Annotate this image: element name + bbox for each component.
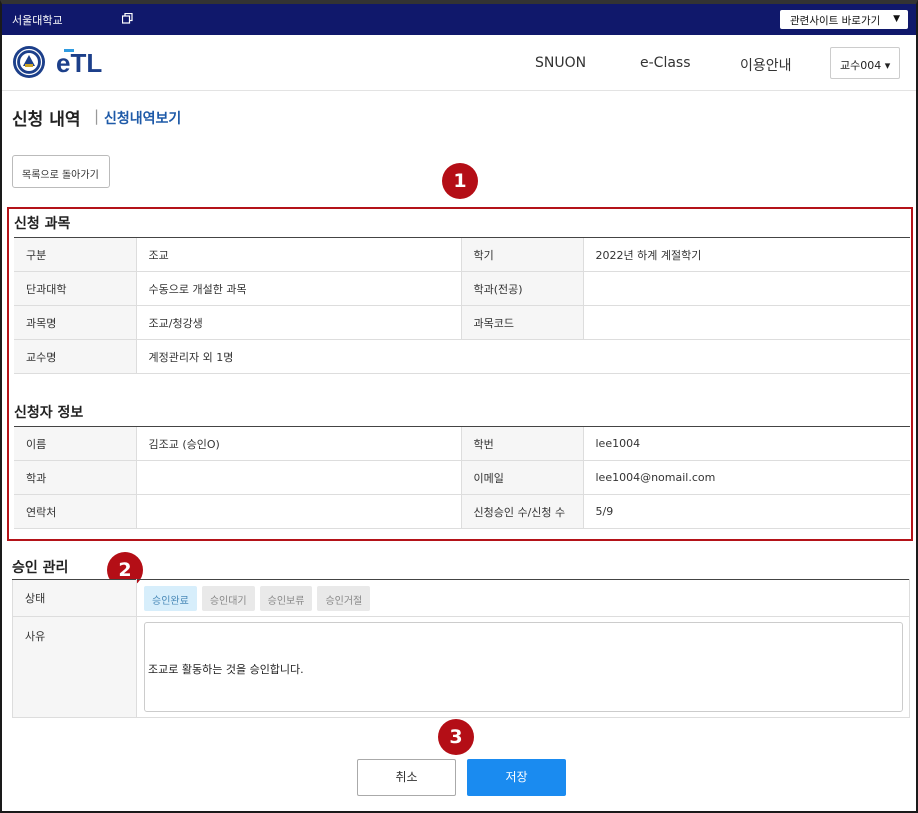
table-row: 교수명 계정관리자 외 1명 [14, 339, 910, 374]
status-rejected-option[interactable]: 승인거절 [317, 585, 371, 611]
page-title: 신청 내역 [12, 110, 81, 130]
value-approval-count: 5/9 [582, 494, 910, 529]
value-name: 김조교 (승인O) [135, 426, 461, 461]
label-department: 학과(전공) [460, 271, 583, 306]
status-pending-option[interactable]: 승인대기 [201, 585, 255, 611]
nav-eclass[interactable]: e-Class [640, 55, 691, 71]
reason-cell: 조교로 활동하는 것을 승인합니다. [136, 616, 910, 718]
value-professor: 계정관리자 외 1명 [135, 339, 910, 374]
university-seal-logo[interactable] [12, 45, 46, 79]
value-division: 조교 [135, 237, 461, 272]
approval-section-title: 승인 관리 [12, 560, 69, 576]
site-header: eTL SNUON e-Class 이용안내 교수004 ▾ [2, 35, 916, 91]
applicant-section-title: 신청자 정보 [14, 405, 84, 421]
table-row: 학과 이메일 lee1004@nomail.com [14, 460, 910, 495]
status-options: 승인완료 승인대기 승인보류 승인거절 [137, 585, 909, 611]
top-bar: 서울대학교 관련사이트 바로가기 ▼ [2, 4, 916, 35]
applicant-info-table: 이름 김조교 (승인O) 학번 lee1004 학과 이메일 lee1004@n… [14, 426, 910, 529]
school-name[interactable]: 서울대학교 [12, 12, 63, 28]
user-menu-button[interactable]: 교수004 ▾ [830, 47, 900, 79]
step-badge-3: 3 [438, 719, 474, 755]
nav-guide[interactable]: 이용안내 [740, 55, 792, 75]
label-semester: 학기 [460, 237, 583, 272]
label-dept: 학과 [14, 460, 136, 495]
value-contact [135, 494, 461, 529]
title-separator: | [94, 107, 100, 125]
table-row: 상태 승인완료 승인대기 승인보류 승인거절 [12, 579, 910, 617]
related-sites-select[interactable]: 관련사이트 바로가기 ▼ [780, 10, 908, 29]
table-row: 이름 김조교 (승인O) 학번 lee1004 [14, 426, 910, 461]
label-division: 구분 [14, 237, 136, 272]
status-cell: 승인완료 승인대기 승인보류 승인거절 [136, 579, 910, 617]
nav-snuon[interactable]: SNUON [535, 55, 586, 71]
table-row: 구분 조교 학기 2022년 하계 계절학기 [14, 237, 910, 272]
page-subtitle: 신청내역보기 [104, 111, 182, 127]
value-dept [135, 460, 461, 495]
label-email: 이메일 [460, 460, 583, 495]
reason-textarea[interactable]: 조교로 활동하는 것을 승인합니다. [144, 622, 903, 712]
label-contact: 연락처 [14, 494, 136, 529]
app-window: 서울대학교 관련사이트 바로가기 ▼ eTL SNUON e-Class 이용안… [0, 0, 918, 813]
value-college: 수동으로 개설한 과목 [135, 271, 461, 306]
cancel-button[interactable]: 취소 [357, 759, 456, 796]
label-college: 단과대학 [14, 271, 136, 306]
step-badge-1: 1 [442, 163, 478, 199]
value-semester: 2022년 하계 계절학기 [582, 237, 910, 272]
etl-logo[interactable]: eTL [56, 47, 106, 77]
value-email: lee1004@nomail.com [582, 460, 910, 495]
copy-icon[interactable] [122, 13, 133, 24]
back-to-list-button[interactable]: 목록으로 돌아가기 [12, 155, 110, 188]
label-professor: 교수명 [14, 339, 136, 374]
label-course-name: 과목명 [14, 305, 136, 340]
table-row: 연락처 신청승인 수/신청 수 5/9 [14, 494, 910, 529]
table-row: 단과대학 수동으로 개설한 과목 학과(전공) [14, 271, 910, 306]
value-course-code [582, 305, 910, 340]
label-status: 상태 [12, 579, 137, 617]
value-student-id: lee1004 [582, 426, 910, 461]
svg-text:eTL: eTL [56, 48, 102, 77]
label-name: 이름 [14, 426, 136, 461]
approval-table: 상태 승인완료 승인대기 승인보류 승인거절 사유 조교로 활동하는 것을 승인… [12, 579, 910, 718]
value-course-name: 조교/청강생 [135, 305, 461, 340]
label-course-code: 과목코드 [460, 305, 583, 340]
value-department [582, 271, 910, 306]
table-row: 사유 조교로 활동하는 것을 승인합니다. [12, 616, 910, 718]
status-hold-option[interactable]: 승인보류 [259, 585, 313, 611]
related-sites-label: 관련사이트 바로가기 [790, 15, 881, 27]
course-section-title: 신청 과목 [14, 216, 71, 232]
label-approval-count: 신청승인 수/신청 수 [460, 494, 583, 529]
save-button[interactable]: 저장 [467, 759, 566, 796]
label-reason: 사유 [12, 616, 137, 718]
label-student-id: 학번 [460, 426, 583, 461]
dropdown-arrow-icon: ▼ [893, 14, 900, 24]
status-approved-option[interactable]: 승인완료 [144, 585, 197, 611]
table-row: 과목명 조교/청강생 과목코드 [14, 305, 910, 340]
course-info-table: 구분 조교 학기 2022년 하계 계절학기 단과대학 수동으로 개설한 과목 … [14, 237, 910, 374]
